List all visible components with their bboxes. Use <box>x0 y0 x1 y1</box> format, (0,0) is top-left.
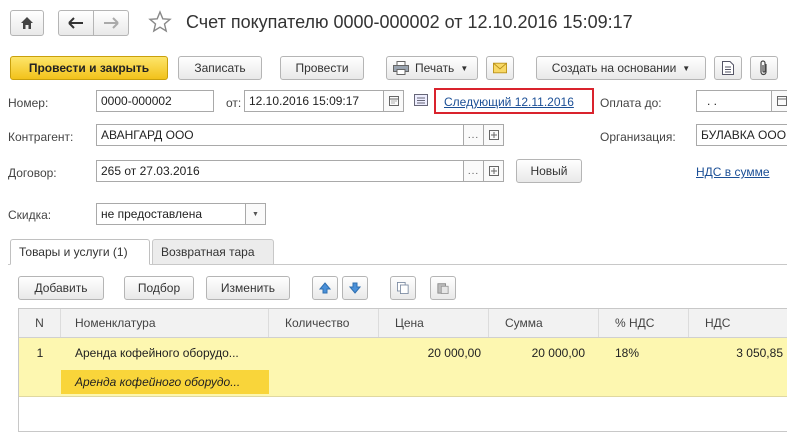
number-label: Номер: <box>8 96 49 110</box>
next-document-link[interactable]: Следующий 12.11.2016 <box>444 95 574 109</box>
printer-icon <box>393 61 409 75</box>
tab-label: Товары и услуги (1) <box>19 245 128 259</box>
calendar-icon <box>776 96 787 106</box>
cell-vat[interactable]: 3 050,85 <box>689 342 787 364</box>
arrow-down-icon <box>349 282 361 294</box>
column-header-vat-rate[interactable]: % НДС <box>599 309 689 337</box>
arrow-left-icon <box>68 17 83 29</box>
organization-label: Организация: <box>600 130 676 144</box>
ellipsis-icon: ... <box>467 165 480 177</box>
move-up-button[interactable] <box>312 276 338 300</box>
discount-label: Скидка: <box>8 208 52 222</box>
edit-row-button[interactable]: Изменить <box>206 276 290 300</box>
post-and-close-button[interactable]: Провести и закрыть <box>10 56 168 80</box>
tab-label: Возвратная тара <box>161 245 255 259</box>
chevron-down-icon: ▼ <box>252 210 259 218</box>
new-contract-button[interactable]: Новый <box>516 159 582 183</box>
contract-select-button[interactable]: ... <box>464 160 484 182</box>
vat-in-sum-link[interactable]: НДС в сумме <box>696 165 770 179</box>
cell-price[interactable]: 20 000,00 <box>379 342 489 364</box>
home-icon <box>21 17 33 29</box>
contract-open-button[interactable] <box>484 160 504 182</box>
cell-item[interactable]: Аренда кофейного оборудо... <box>75 342 265 364</box>
discount-dropdown-button[interactable]: ▼ <box>246 203 266 225</box>
print-label: Печать <box>415 61 455 75</box>
column-header-quantity[interactable]: Количество <box>269 309 379 337</box>
tab-goods-services[interactable]: Товары и услуги (1) <box>10 239 150 265</box>
cell-quantity[interactable] <box>269 342 379 364</box>
paperclip-icon <box>760 60 767 76</box>
cell-vat-rate[interactable]: 18% <box>615 342 685 364</box>
date-calendar-button[interactable] <box>384 90 404 112</box>
column-header-item[interactable]: Номенклатура <box>61 309 269 337</box>
favorite-star-icon[interactable] <box>148 10 172 34</box>
contract-field[interactable]: 265 от 27.03.2016 <box>96 160 464 182</box>
cell-sum[interactable]: 20 000,00 <box>489 342 599 364</box>
attachment-button[interactable] <box>750 56 778 80</box>
payment-due-label: Оплата до: <box>600 96 662 110</box>
column-header-price[interactable]: Цена <box>379 309 489 337</box>
create-based-on-label: Создать на основании <box>551 61 677 75</box>
chevron-down-icon: ▼ <box>460 63 469 73</box>
column-header-n[interactable]: N <box>19 309 61 337</box>
forward-button[interactable] <box>93 10 129 36</box>
paste-button[interactable] <box>430 276 456 300</box>
selection-button[interactable]: Подбор <box>124 276 194 300</box>
open-square-icon <box>488 166 499 176</box>
payment-calendar-button[interactable] <box>772 90 787 112</box>
number-field[interactable]: 0000-000002 <box>96 90 214 112</box>
counterparty-label: Контрагент: <box>8 130 74 144</box>
home-button[interactable] <box>10 10 44 36</box>
tab-returnable-packaging[interactable]: Возвратная тара <box>152 239 274 265</box>
arrow-right-icon <box>104 17 119 29</box>
report-button[interactable] <box>714 56 742 80</box>
create-based-on-button[interactable]: Создать на основании ▼ <box>536 56 706 80</box>
post-button[interactable]: Провести <box>280 56 364 80</box>
envelope-icon <box>493 62 507 74</box>
document-icon <box>722 61 734 75</box>
counterparty-field[interactable]: АВАНГАРД ООО <box>96 124 464 146</box>
cell-item-sub[interactable]: Аренда кофейного оборудо... <box>75 371 265 393</box>
ellipsis-icon: ... <box>467 129 480 141</box>
print-button[interactable]: Печать ▼ <box>386 56 478 80</box>
email-button[interactable] <box>486 56 514 80</box>
contract-label: Договор: <box>8 166 57 180</box>
discount-field[interactable]: не предоставлена <box>96 203 246 225</box>
counterparty-select-button[interactable]: ... <box>464 124 484 146</box>
schedule-icon[interactable] <box>414 94 428 109</box>
arrow-up-icon <box>319 282 331 294</box>
row-divider <box>19 396 787 397</box>
column-header-vat[interactable]: НДС <box>689 309 787 337</box>
move-down-button[interactable] <box>342 276 368 300</box>
cell-n: 1 <box>36 346 44 360</box>
copy-icon <box>397 282 409 294</box>
clipboard-icon <box>437 283 449 294</box>
copy-row-button[interactable] <box>390 276 416 300</box>
payment-due-field[interactable]: . . <box>696 90 772 112</box>
organization-field[interactable]: БУЛАВКА ООО <box>696 124 787 146</box>
date-field[interactable]: 12.10.2016 15:09:17 <box>244 90 384 112</box>
open-square-icon <box>488 130 499 140</box>
save-button[interactable]: Записать <box>178 56 262 80</box>
add-row-button[interactable]: Добавить <box>18 276 104 300</box>
back-button[interactable] <box>58 10 94 36</box>
calendar-icon <box>388 96 399 106</box>
column-header-sum[interactable]: Сумма <box>489 309 599 337</box>
counterparty-open-button[interactable] <box>484 124 504 146</box>
chevron-down-icon: ▼ <box>682 63 691 73</box>
date-prefix-label: от: <box>226 96 242 110</box>
page-title: Счет покупателю 0000-000002 от 12.10.201… <box>186 12 633 32</box>
